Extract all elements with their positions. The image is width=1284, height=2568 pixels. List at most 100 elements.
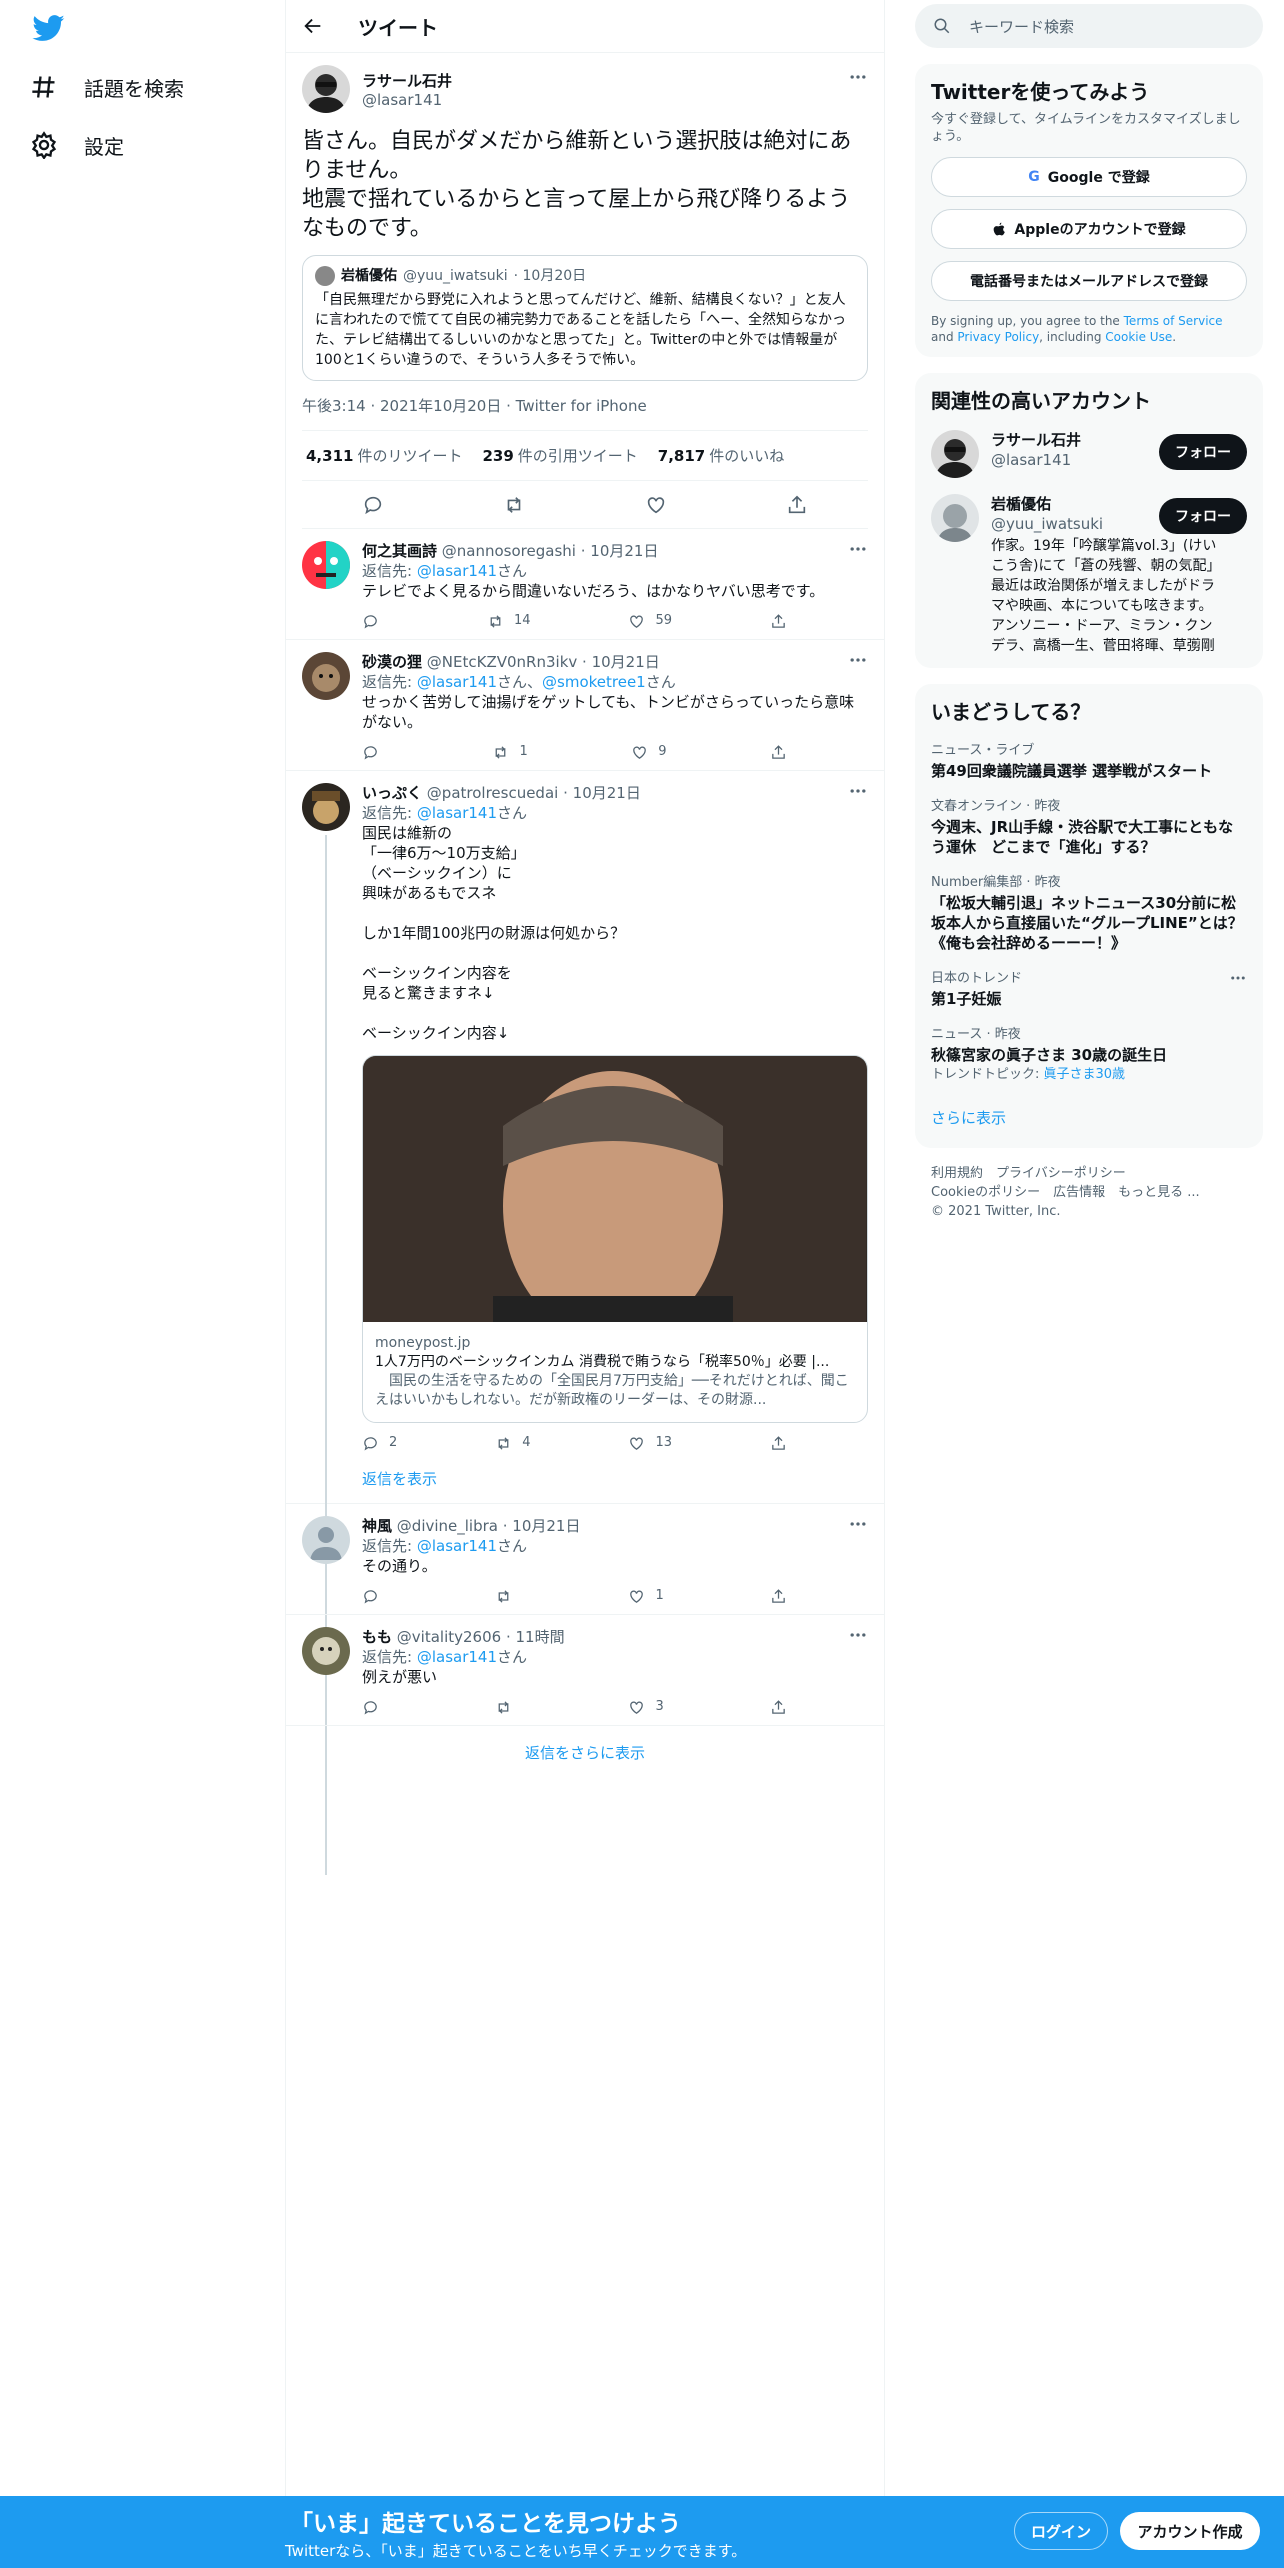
reply-to-link[interactable]: @lasar141 xyxy=(417,1537,497,1555)
account-item[interactable]: 岩楯優佑 @yuu_iwatsuki 作家。19年「吟醸掌篇vol.3」(けいこ… xyxy=(931,494,1247,656)
more-icon[interactable] xyxy=(848,1514,868,1534)
like-button[interactable]: 59 xyxy=(628,611,672,631)
like-button[interactable]: 9 xyxy=(631,742,667,762)
trend-item[interactable]: ニュース・ライブ 第49回衆議院議員選挙 選挙戦がスタート xyxy=(931,741,1247,781)
quote-count-link[interactable]: 239 件の引用ツイート xyxy=(482,445,637,466)
apple-signup-button[interactable]: Appleのアカウントで登録 xyxy=(931,209,1247,249)
reply-date: · 10月21日 xyxy=(580,542,659,560)
reply-icon xyxy=(364,614,377,629)
quote-date: · 10月20日 xyxy=(513,268,587,284)
retweet-button[interactable]: 1 xyxy=(492,742,528,762)
trend-item[interactable]: Number編集部 · 昨夜 「松坂大輔引退」ネットニュース30分前に松坂本人か… xyxy=(931,873,1247,953)
reply-avatar[interactable] xyxy=(302,652,350,700)
more-icon[interactable] xyxy=(1229,969,1247,987)
tweet-meta[interactable]: 午後3:14 · 2021年10月20日 · Twitter for iPhon… xyxy=(302,395,868,431)
trend-item[interactable]: 日本のトレンド 第1子妊娠 xyxy=(931,969,1247,1009)
phone-email-signup-button[interactable]: 電話番号またはメールアドレスで登録 xyxy=(931,261,1247,301)
like-count-link[interactable]: 7,817 件のいいね xyxy=(658,445,784,466)
reply-to-link-2[interactable]: @smoketree1 xyxy=(542,673,646,691)
share-button[interactable] xyxy=(770,1586,787,1606)
heart-icon xyxy=(633,746,647,759)
reply-avatar[interactable] xyxy=(302,1516,350,1564)
author-name[interactable]: ラサール石井 xyxy=(362,70,452,91)
reply-avatar[interactable] xyxy=(302,1627,350,1675)
cookie-link[interactable]: Cookie Use xyxy=(1105,330,1172,344)
nav-explore-label: 話題を検索 xyxy=(84,76,184,101)
retweet-icon[interactable] xyxy=(503,494,525,516)
retweet-icon xyxy=(498,1589,509,1603)
footer-line-1[interactable]: 利用規約 プライバシーポリシー xyxy=(931,1164,1247,1183)
reply-tweet[interactable]: いっぷく @patrolrescuedai · 10月21日 返信先: @las… xyxy=(286,771,884,1875)
retweet-button[interactable]: 14 xyxy=(487,611,531,631)
reply-icon[interactable] xyxy=(362,494,384,516)
retweet-count-link[interactable]: 4,311 件のリツイート xyxy=(306,445,462,466)
link-card[interactable]: moneypost.jp 1人7万円のベーシックインカム 消費税で賄うなら「税率… xyxy=(362,1055,868,1423)
reply-date: · 10月21日 xyxy=(563,784,641,802)
more-icon[interactable] xyxy=(848,781,868,801)
more-icon[interactable] xyxy=(848,1625,868,1645)
retweet-button[interactable]: 4 xyxy=(495,1433,531,1453)
privacy-link[interactable]: Privacy Policy xyxy=(957,330,1039,344)
page-header: ツイート xyxy=(286,0,884,53)
signup-button[interactable]: アカウント作成 xyxy=(1120,2512,1260,2550)
like-button[interactable]: 1 xyxy=(628,1586,664,1606)
more-icon[interactable] xyxy=(848,650,868,670)
share-icon[interactable] xyxy=(786,494,808,516)
more-icon[interactable] xyxy=(848,539,868,559)
footer-line-2[interactable]: Cookieのポリシー 広告情報 もっと見る ... xyxy=(931,1183,1247,1202)
reply-tweet[interactable]: 砂漠の狸 @NEtcKZV0nRn3ikv · 10月21日 返信先: @las… xyxy=(286,640,884,771)
reply-to-link[interactable]: @lasar141 xyxy=(417,1648,497,1666)
reply-to-link[interactable]: @lasar141 xyxy=(417,673,497,691)
like-button[interactable]: 3 xyxy=(628,1697,664,1717)
account-avatar[interactable] xyxy=(931,430,979,478)
twitter-logo-icon[interactable] xyxy=(30,12,68,44)
show-replies-link[interactable]: 返信を表示 xyxy=(362,1469,868,1495)
reply-actions: 2 4 13 xyxy=(362,1433,787,1453)
show-more-replies-link[interactable]: 返信をさらに表示 xyxy=(286,1726,884,1779)
nav-explore[interactable]: 話題を検索 xyxy=(30,62,184,112)
like-button[interactable]: 13 xyxy=(628,1433,672,1453)
share-button[interactable] xyxy=(770,1697,787,1717)
follow-button[interactable]: フォロー xyxy=(1159,498,1247,534)
retweet-button[interactable] xyxy=(495,1586,522,1606)
account-item[interactable]: ラサール石井 @lasar141 フォロー xyxy=(931,430,1247,478)
quoted-tweet[interactable]: 岩楯優佑 @yuu_iwatsuki · 10月20日 「自民無理だから野党に入… xyxy=(302,255,868,381)
show-more-trends-link[interactable]: さらに表示 xyxy=(931,1107,1247,1128)
reply-avatar[interactable] xyxy=(302,783,350,831)
share-button[interactable] xyxy=(770,1433,787,1453)
reply-tweet[interactable]: 神風 @divine_libra · 10月21日 返信先: @lasar141… xyxy=(286,1504,884,1615)
follow-button[interactable]: フォロー xyxy=(1159,434,1247,470)
footer-links: 利用規約 プライバシーポリシー Cookieのポリシー 広告情報 もっと見る .… xyxy=(915,1164,1263,1221)
trend-item[interactable]: 文春オンライン · 昨夜 今週末、JR山手線・渋谷駅で大工事にともなう運休 どこ… xyxy=(931,797,1247,857)
author-handle[interactable]: @lasar141 xyxy=(362,91,452,109)
reply-button[interactable] xyxy=(362,611,389,631)
share-button[interactable] xyxy=(770,611,787,631)
reply-button[interactable] xyxy=(362,742,389,762)
reply-avatar[interactable] xyxy=(302,541,350,589)
more-icon[interactable] xyxy=(848,67,868,87)
account-avatar[interactable] xyxy=(931,494,979,542)
search-box[interactable]: キーワード検索 xyxy=(915,4,1263,48)
terms-link[interactable]: Terms of Service xyxy=(1124,314,1223,328)
reply-tweet[interactable]: 何之其画詩 @nannosoregashi · 10月21日 返信先: @las… xyxy=(286,529,884,640)
trend-topic-link[interactable]: 眞子さま30歳 xyxy=(1044,1067,1126,1082)
search-input[interactable]: キーワード検索 xyxy=(969,16,1074,37)
reply-button[interactable] xyxy=(362,1586,389,1606)
reply-tweet[interactable]: もも @vitality2606 · 11時間 返信先: @lasar141さん… xyxy=(286,1615,884,1726)
heart-icon[interactable] xyxy=(645,494,667,516)
login-button[interactable]: ログイン xyxy=(1014,2512,1108,2550)
back-arrow-icon[interactable] xyxy=(302,15,324,37)
nav-settings[interactable]: 設定 xyxy=(30,120,124,170)
tweet-actions xyxy=(302,481,868,529)
reply-to-link[interactable]: @lasar141 xyxy=(417,804,497,822)
share-button[interactable] xyxy=(770,742,787,762)
retweet-button[interactable] xyxy=(495,1697,522,1717)
reply-button[interactable] xyxy=(362,1697,389,1717)
google-icon: G xyxy=(1028,169,1040,185)
trend-item[interactable]: ニュース · 昨夜 秋篠宮家の眞子さま 30歳の誕生日 トレンドトピック: 眞子… xyxy=(931,1025,1247,1085)
reply-actions: 3 xyxy=(362,1697,787,1717)
reply-to-link[interactable]: @lasar141 xyxy=(417,562,497,580)
reply-button[interactable]: 2 xyxy=(362,1433,397,1453)
author-avatar[interactable] xyxy=(302,65,350,113)
google-signup-button[interactable]: G Google で登録 xyxy=(931,157,1247,197)
